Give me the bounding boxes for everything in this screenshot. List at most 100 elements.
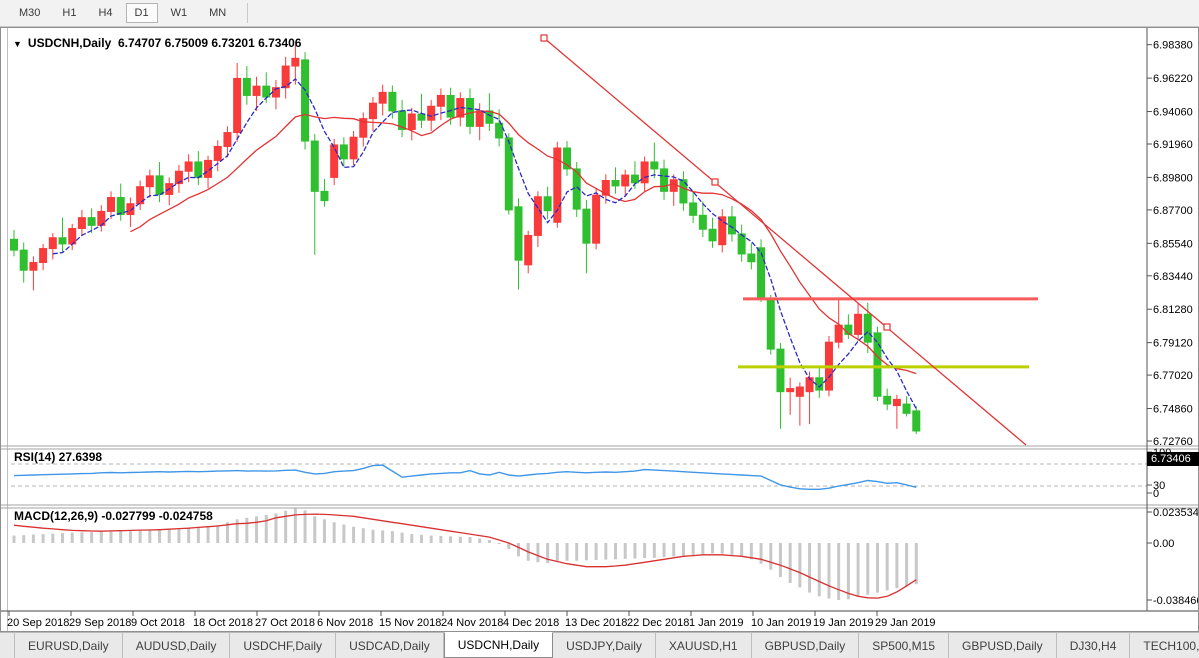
timeframe-buttons: M30H1H4D1W1MN [8,3,237,23]
macd-bar [187,528,190,543]
macd-bar [352,527,355,543]
candle-body [311,141,318,191]
candle-body [146,176,153,187]
candle-body [340,145,347,159]
timeframe-button-m30[interactable]: M30 [10,3,49,23]
date-axis-label[interactable]: 29 Jan 2019 [875,617,936,629]
candle-body [476,111,483,126]
timeframe-button-h4[interactable]: H4 [89,3,121,23]
date-axis-label[interactable]: 1 Jan 2019 [689,617,743,629]
timeframe-button-mn[interactable]: MN [200,3,235,23]
macd-bar [148,530,151,543]
macd-bar [265,515,268,543]
date-axis-label[interactable]: 9 Oct 2018 [131,617,185,629]
tab-usdcnh-daily[interactable]: USDCNH,Daily [444,632,553,658]
date-axis-label[interactable]: 24 Nov 2018 [441,617,503,629]
macd-bar [110,532,113,543]
price-axis-label: 6.85540 [1153,238,1193,250]
candle-body [544,197,551,211]
tab-gbpusd-daily[interactable]: GBPUSD,Daily [752,633,860,658]
macd-bar [362,528,365,543]
candle-body [816,378,823,390]
candle-body [661,169,668,191]
candle-body [787,389,794,392]
tab-tech100-h1[interactable]: TECH100,H1 [1130,633,1199,658]
candle-body [884,396,891,404]
candle-body [583,209,590,243]
macd-bar [371,530,374,543]
candle-body [447,95,454,117]
macd-bar [119,531,122,543]
ma-fast-line [53,79,917,409]
macd-bar [177,529,180,543]
date-axis-label[interactable]: 6 Nov 2018 [317,617,373,629]
timeframe-button-h1[interactable]: H1 [53,3,85,23]
date-axis-label[interactable]: 10 Jan 2019 [751,617,812,629]
panel-splitter-2[interactable] [1,505,1198,508]
date-axis-label[interactable]: 20 Sep 2018 [7,617,69,629]
timeframe-button-w1[interactable]: W1 [162,3,197,23]
tab-dj30-h4[interactable]: DJ30,H4 [1057,633,1131,658]
date-axis-label[interactable]: 29 Sep 2018 [69,617,131,629]
tab-audusd-daily[interactable]: AUDUSD,Daily [123,633,231,658]
macd-bar [197,527,200,543]
candle-body [117,198,124,215]
symbol-tab-bar: EURUSD,DailyAUDUSD,DailyUSDCHF,DailyUSDC… [0,632,1199,658]
symbol-dropdown-icon[interactable]: ▼ [13,39,22,49]
candle-body [777,349,784,392]
candle-body [369,103,376,118]
macd-bar [663,543,666,557]
macd-bar [323,519,326,543]
symbol-tabs: EURUSD,DailyAUDUSD,DailyUSDCHF,DailyUSDC… [14,633,1199,658]
date-axis-label[interactable]: 15 Nov 2018 [379,617,441,629]
trendline-handle[interactable] [884,324,890,330]
macd-bar [430,536,433,543]
panel-splitter-1[interactable] [1,446,1198,449]
macd-bar [595,543,598,560]
trendline-handle[interactable] [712,179,718,185]
macd-bar [672,543,675,556]
tab-usdjpy-daily[interactable]: USDJPY,Daily [553,633,656,658]
date-axis-label[interactable]: 13 Dec 2018 [565,617,627,629]
date-axis-label[interactable]: 4 Dec 2018 [503,617,559,629]
tab-gbpusd-daily[interactable]: GBPUSD,Daily [949,633,1057,658]
date-axis-label[interactable]: 18 Oct 2018 [193,617,253,629]
tab-usdcad-daily[interactable]: USDCAD,Daily [336,633,444,658]
candle-body [874,333,881,396]
chart-surface[interactable]: 6.983806.962206.940606.919606.898006.877… [1,28,1198,631]
trendline-handle[interactable] [541,35,547,41]
price-axis-label: 6.98380 [1153,40,1193,52]
candle-body [767,300,774,349]
macd-bar [886,543,889,590]
macd-bar [342,524,345,543]
tab-xauusd-h1[interactable]: XAUUSD,H1 [656,633,752,658]
price-axis-label: 6.94060 [1153,107,1193,119]
candle-body [195,162,202,177]
macd-bar [236,519,239,543]
candle-body [408,114,415,129]
price-axis-label: 6.77020 [1153,370,1193,382]
candle-body [428,106,435,120]
price-axis-label: 6.89800 [1153,172,1193,184]
tab-usdchf-daily[interactable]: USDCHF,Daily [230,633,336,658]
macd-axis-label: 0.00 [1153,538,1174,550]
macd-bar [692,543,695,555]
candle-body [321,191,328,200]
date-axis-label[interactable]: 22 Dec 2018 [627,617,689,629]
macd-bar [207,526,210,543]
tab-eurusd-daily[interactable]: EURUSD,Daily [14,633,123,658]
macd-bar [313,516,316,543]
timeframe-toolbar: M30H1H4D1W1MN [0,0,1199,27]
macd-bar [721,543,724,554]
date-axis-label[interactable]: 19 Jan 2019 [813,617,874,629]
date-axis-label[interactable]: 27 Oct 2018 [255,617,315,629]
timeframe-button-d1[interactable]: D1 [126,3,158,23]
macd-bar [216,525,219,543]
macd-bar [410,534,413,543]
descending-trendline[interactable] [544,38,1026,445]
macd-bar [304,510,307,543]
macd-bar [653,543,656,558]
chart-window: 6.983806.962206.940606.919606.898006.877… [0,27,1199,632]
tab-sp500-m15[interactable]: SP500,M15 [859,633,949,658]
macd-bar [449,536,452,543]
